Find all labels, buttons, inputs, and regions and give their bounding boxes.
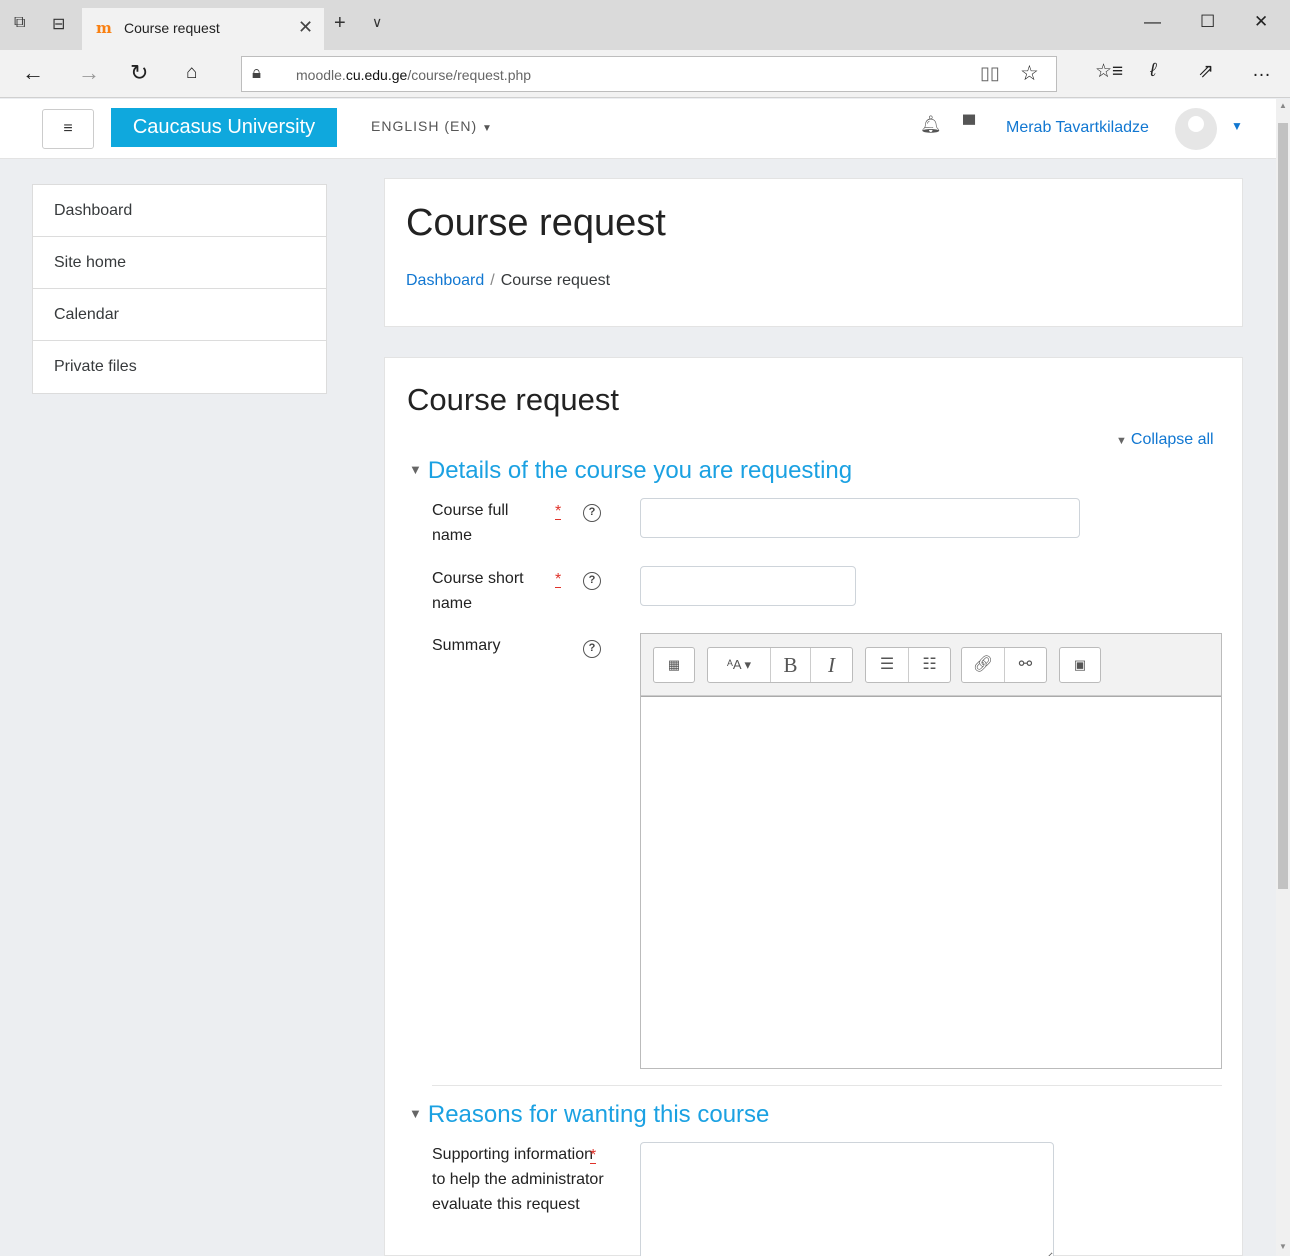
collapse-all-link[interactable]: ▼ Collapse all: [1116, 431, 1214, 449]
back-icon[interactable]: ←: [22, 60, 44, 86]
toolbar-group: ▦: [653, 647, 695, 683]
toolbar-group: ☰ ☷: [865, 647, 951, 683]
tab-title: Course request: [124, 20, 220, 36]
set-aside-tabs-icon[interactable]: ⊟: [52, 14, 65, 34]
site-header: ≡ Caucasus University ENGLISH (EN) ▼ 🔔︎ …: [0, 99, 1276, 159]
toolbar-group: 🔗︎ ⚯: [961, 647, 1047, 683]
maximize-icon[interactable]: ☐: [1200, 12, 1215, 32]
user-menu-caret-icon[interactable]: ▼: [1231, 119, 1243, 133]
address-bar[interactable]: 🔒︎ moodle.cu.edu.ge/course/request.php ▯…: [241, 56, 1057, 92]
forward-icon[interactable]: →: [78, 60, 100, 86]
browser-nav-bar: ← → ↻ ⌂ 🔒︎ moodle.cu.edu.ge/course/reque…: [0, 50, 1290, 98]
main-content: Course request ▼ Collapse all ▼ Details of…: [384, 357, 1243, 1256]
lock-icon: 🔒︎: [252, 63, 262, 82]
required-icon: *: [555, 571, 562, 588]
unordered-list-icon[interactable]: ☰: [866, 648, 908, 682]
summary-label: Summary: [432, 637, 501, 654]
course-full-name-label: Course full name: [432, 502, 509, 544]
course-full-name-input[interactable]: [640, 498, 1080, 538]
supporting-info-textarea[interactable]: [640, 1142, 1054, 1256]
section-divider: [432, 1085, 1222, 1086]
toolbar-toggle-icon[interactable]: ▦: [654, 648, 694, 682]
link-icon[interactable]: 🔗︎: [962, 648, 1004, 682]
moodle-logo-icon: m: [96, 19, 112, 37]
nav-item-dashboard[interactable]: Dashboard: [33, 185, 326, 237]
share-icon[interactable]: ⇗: [1198, 60, 1214, 83]
section-details-toggle[interactable]: ▼ Details of the course you are requestin…: [409, 457, 852, 485]
favorite-star-icon[interactable]: ☆: [1020, 61, 1039, 86]
form-heading: Course request: [407, 382, 619, 417]
scroll-down-icon[interactable]: ▼: [1279, 1242, 1287, 1251]
course-short-name-label: Course short name: [432, 570, 524, 612]
help-icon[interactable]: ?: [583, 640, 601, 658]
page-title: Course request: [406, 202, 666, 244]
page-scrollbar[interactable]: ▲ ▼: [1276, 99, 1290, 1256]
section-reasons-toggle[interactable]: ▼ Reasons for wanting this course: [409, 1101, 769, 1129]
refresh-icon[interactable]: ↻: [130, 60, 148, 86]
summary-editor-area[interactable]: [641, 696, 1221, 1068]
browser-tab[interactable]: m Course request ✕: [82, 8, 324, 50]
image-icon[interactable]: ▣: [1060, 648, 1100, 682]
unlink-icon[interactable]: ⚯: [1004, 648, 1046, 682]
editor-toolbar: ▦ ᴬA ▾ B I ☰ ☷ 🔗︎ ⚯ ▣: [641, 634, 1221, 696]
bold-icon[interactable]: B: [770, 648, 810, 682]
breadcrumb-dashboard-link[interactable]: Dashboard: [406, 272, 484, 289]
language-menu[interactable]: ENGLISH (EN) ▼: [371, 118, 493, 134]
drawer-toggle-button[interactable]: ≡: [42, 109, 94, 149]
course-short-name-input[interactable]: [640, 566, 856, 606]
chevron-down-icon[interactable]: ∨: [372, 14, 382, 31]
close-tab-icon[interactable]: ✕: [298, 17, 313, 38]
nav-item-calendar[interactable]: Calendar: [33, 289, 326, 341]
new-tab-icon[interactable]: +: [334, 12, 346, 35]
home-icon[interactable]: ⌂: [186, 62, 197, 84]
breadcrumb-current: Course request: [500, 272, 611, 289]
close-window-icon[interactable]: ✕: [1254, 12, 1268, 32]
more-icon[interactable]: …: [1252, 60, 1271, 82]
help-icon[interactable]: ?: [583, 572, 601, 590]
help-icon[interactable]: ?: [583, 504, 601, 522]
web-note-icon[interactable]: ℓ: [1150, 60, 1156, 82]
breadcrumb-separator: /: [490, 272, 495, 289]
tab-preview-icon[interactable]: ⧉: [14, 14, 25, 32]
toolbar-group: ▣: [1059, 647, 1101, 683]
supporting-info-label: Supporting information to help the admin…: [432, 1146, 604, 1213]
messages-icon[interactable]: ▀: [963, 115, 975, 135]
favorites-hub-icon[interactable]: ☆≡: [1095, 60, 1123, 83]
required-icon: *: [555, 503, 562, 520]
minimize-icon[interactable]: —: [1144, 12, 1161, 32]
avatar[interactable]: [1175, 108, 1217, 150]
site-brand[interactable]: Caucasus University: [111, 108, 337, 147]
toolbar-group: ᴬA ▾ B I: [707, 647, 853, 683]
nav-item-private-files[interactable]: Private files: [33, 341, 326, 393]
nav-item-site-home[interactable]: Site home: [33, 237, 326, 289]
notification-bell-icon[interactable]: 🔔︎: [920, 115, 942, 135]
scrollbar-thumb[interactable]: [1278, 123, 1288, 889]
expanded-triangle-icon: ▼: [409, 462, 422, 477]
ordered-list-icon[interactable]: ☷: [908, 648, 950, 682]
summary-editor: ▦ ᴬA ▾ B I ☰ ☷ 🔗︎ ⚯ ▣: [640, 633, 1222, 1069]
url-text: moodle.cu.edu.ge/course/request.php: [296, 67, 532, 83]
user-name[interactable]: Merab Tavartkiladze: [1006, 119, 1149, 137]
browser-tab-bar: ⧉ ⊟ m Course request ✕ + ∨ — ☐ ✕: [0, 0, 1290, 50]
italic-icon[interactable]: I: [810, 648, 852, 682]
required-icon: *: [590, 1147, 597, 1164]
nav-drawer: Dashboard Site home Calendar Private fil…: [32, 184, 327, 394]
paragraph-style-icon[interactable]: ᴬA ▾: [708, 648, 770, 682]
page-header: Course request Dashboard / Course request: [384, 178, 1243, 327]
expanded-triangle-icon: ▼: [409, 1106, 422, 1121]
collapse-triangle-icon: ▼: [1116, 435, 1127, 447]
breadcrumb: Dashboard / Course request: [406, 272, 610, 290]
scroll-up-icon[interactable]: ▲: [1279, 101, 1287, 110]
reading-view-icon[interactable]: ▯▯: [980, 63, 1000, 84]
